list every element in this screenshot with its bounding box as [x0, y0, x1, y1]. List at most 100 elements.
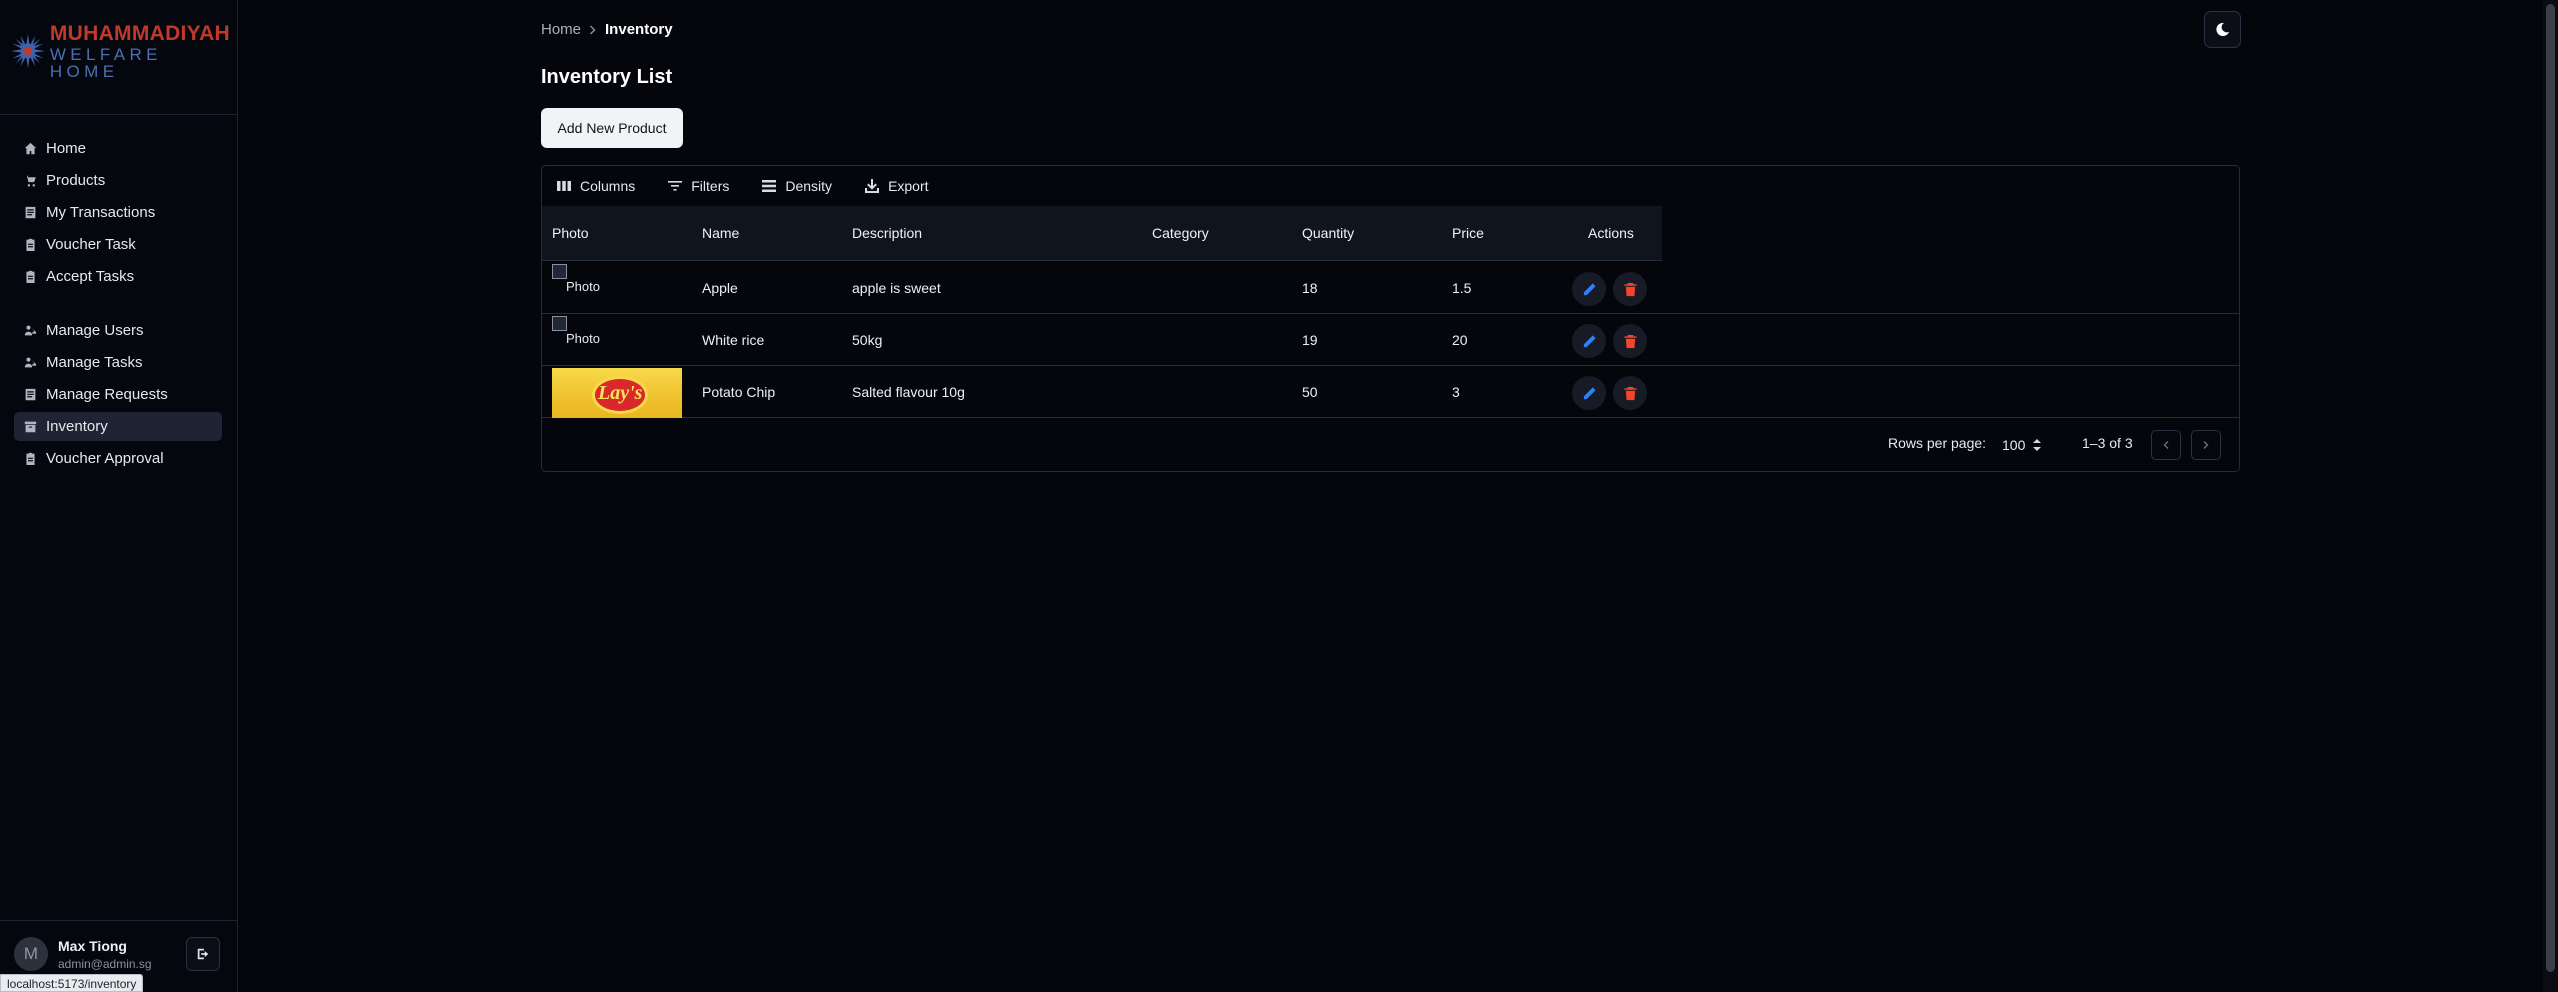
table-row[interactable]: Photo Apple apple is sweet 18 1.5 — [542, 262, 2239, 314]
user-email: admin@admin.sg — [58, 956, 152, 971]
next-page-button[interactable] — [2191, 430, 2221, 460]
sidebar-item-voucher-approval[interactable]: Voucher Approval — [14, 444, 222, 473]
brand-logo-block[interactable]: MUHAMMADIYAH WELFARE HOME — [10, 21, 230, 80]
add-new-product-button[interactable]: Add New Product — [541, 108, 683, 148]
pencil-icon — [1583, 282, 1596, 295]
column-header-description[interactable]: Description — [852, 206, 922, 261]
sidebar-item-manage-users[interactable]: Manage Users — [14, 316, 222, 345]
rows-per-page-select[interactable]: 100 — [2002, 437, 2043, 453]
table-row[interactable]: Lay's Potato Chip Salted flavour 10g 50 … — [542, 366, 2239, 418]
column-header-actions: Actions — [1588, 225, 1634, 241]
export-label: Export — [888, 178, 929, 194]
density-icon — [762, 180, 777, 192]
column-header-category[interactable]: Category — [1152, 206, 1209, 261]
sidebar-item-voucher-task[interactable]: Voucher Task — [14, 230, 222, 259]
pencil-icon — [1583, 386, 1596, 399]
avatar: M — [14, 937, 48, 971]
sidebar-item-my-transactions[interactable]: My Transactions — [14, 198, 222, 227]
cell-name: Potato Chip — [702, 384, 776, 400]
column-header-quantity[interactable]: Quantity — [1302, 206, 1354, 261]
product-photo: Photo — [552, 264, 682, 314]
breadcrumb-current: Inventory — [605, 21, 673, 38]
cell-price: 20 — [1452, 332, 1468, 348]
broken-image: Photo — [552, 264, 612, 294]
density-button[interactable]: Density — [761, 178, 832, 194]
users-icon — [24, 325, 37, 336]
column-header-photo[interactable]: Photo — [552, 206, 589, 261]
chevron-right-icon — [2203, 441, 2209, 449]
column-header-name[interactable]: Name — [702, 206, 739, 261]
pagination-range: 1–3 of 3 — [2082, 435, 2133, 451]
columns-label: Columns — [580, 178, 636, 194]
breadcrumb-home-link[interactable]: Home — [541, 21, 581, 38]
clipboard-icon — [26, 270, 35, 283]
unfold-icon — [2033, 439, 2042, 451]
delete-button[interactable] — [1613, 324, 1647, 358]
column-header-price[interactable]: Price — [1452, 206, 1484, 261]
filters-label: Filters — [691, 178, 730, 194]
filters-button[interactable]: Filters — [667, 178, 729, 194]
cell-price: 3 — [1452, 384, 1460, 400]
cell-name: Apple — [702, 280, 738, 296]
logout-button[interactable] — [186, 937, 220, 971]
logout-icon — [197, 948, 209, 960]
inventory-icon — [24, 421, 37, 433]
sidebar-item-inventory[interactable]: Inventory — [14, 412, 222, 441]
broken-image-icon — [552, 264, 567, 279]
edit-button[interactable] — [1572, 324, 1606, 358]
sidebar-divider — [0, 114, 238, 115]
sidebar-item-label: Manage Tasks — [46, 354, 143, 371]
brand-subtitle: WELFARE HOME — [49, 44, 162, 81]
page-scrollbar[interactable] — [2543, 0, 2558, 992]
cart-icon — [24, 175, 36, 187]
delete-button[interactable] — [1613, 376, 1647, 410]
cell-description: apple is sweet — [852, 280, 941, 296]
trash-icon — [1623, 334, 1637, 348]
app-root: MUHAMMADIYAH WELFARE HOME Home Products … — [0, 0, 2558, 992]
scrollbar-thumb[interactable] — [2546, 4, 2555, 972]
sidebar-item-products[interactable]: Products — [14, 166, 222, 195]
rows-per-page-label: Rows per page: — [1888, 435, 1987, 451]
download-icon — [865, 179, 880, 193]
product-photo: Photo — [552, 316, 682, 366]
home-icon — [24, 142, 37, 155]
cell-name: White rice — [702, 332, 765, 348]
sidebar-item-label: Inventory — [46, 418, 108, 435]
status-bar-url: localhost:5173/inventory — [0, 974, 144, 992]
sidebar-item-label: Voucher Task — [46, 236, 136, 253]
sidebar-item-label: Accept Tasks — [46, 268, 135, 285]
sidebar-item-label: My Transactions — [46, 204, 156, 221]
broken-image-icon — [552, 316, 567, 331]
inventory-data-grid: Columns Filters Density Export Photo Nam… — [541, 165, 2240, 472]
export-button[interactable]: Export — [864, 178, 929, 194]
clipboard-icon — [26, 452, 35, 465]
rows-per-page-value: 100 — [2002, 437, 2026, 453]
breadcrumb: Home Inventory — [541, 21, 673, 38]
brand-logo-text: Lay's — [598, 382, 643, 404]
theme-toggle-button[interactable] — [2204, 11, 2241, 48]
edit-button[interactable] — [1572, 376, 1606, 410]
sidebar-item-label: Manage Users — [46, 322, 144, 339]
sidebar-item-manage-requests[interactable]: Manage Requests — [14, 380, 222, 409]
columns-icon — [557, 181, 571, 191]
delete-button[interactable] — [1613, 272, 1647, 306]
user-name: Max Tiong — [58, 937, 127, 954]
broken-image: Photo — [552, 316, 612, 346]
sidebar-item-home[interactable]: Home — [14, 134, 222, 163]
brand-name: MUHAMMADIYAH — [49, 21, 230, 45]
sidebar-item-accept-tasks[interactable]: Accept Tasks — [14, 262, 222, 291]
sidebar-item-manage-tasks[interactable]: Manage Tasks — [14, 348, 222, 377]
cell-description: 50kg — [852, 332, 883, 348]
photo-alt-text: Photo — [566, 331, 600, 346]
columns-button[interactable]: Columns — [556, 178, 635, 194]
photo-alt-text: Photo — [566, 279, 600, 294]
edit-button[interactable] — [1572, 272, 1606, 306]
chevron-right-icon — [590, 25, 596, 34]
receipt-icon — [25, 388, 36, 401]
filter-icon — [668, 181, 683, 191]
product-photo: Lay's — [552, 368, 682, 418]
table-row[interactable]: Photo White rice 50kg 19 20 — [542, 314, 2239, 366]
receipt-icon — [25, 206, 36, 219]
previous-page-button[interactable] — [2151, 430, 2181, 460]
moon-icon — [2216, 22, 2230, 36]
